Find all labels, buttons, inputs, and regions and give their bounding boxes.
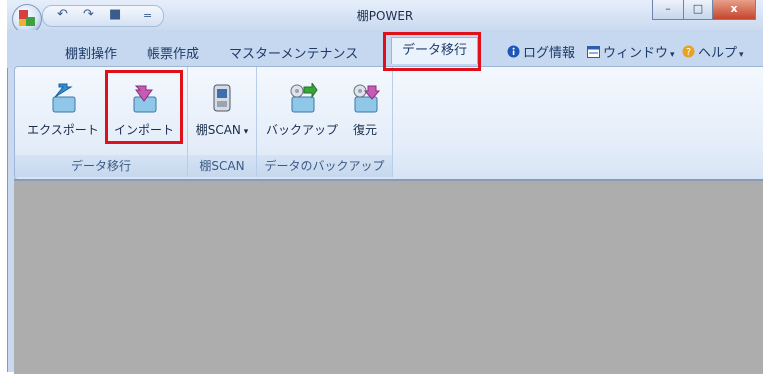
window-menu[interactable]: ウィンドウ ▾ [587, 42, 675, 62]
save-icon[interactable]: ■ [109, 7, 121, 22]
help-menu[interactable]: ? ヘルプ ▾ [682, 42, 744, 62]
export-button[interactable]: エクスポート [21, 71, 105, 151]
info-icon [507, 45, 520, 62]
highlight-box-import-button [105, 70, 183, 144]
group-data-backup: バックアップ 復元 データのバックアップ [257, 67, 393, 177]
restore-icon [353, 84, 381, 113]
customize-qat-icon[interactable]: = [143, 9, 152, 22]
tab-report[interactable]: 帳票作成 [147, 43, 199, 62]
chevron-down-icon: ▾ [240, 127, 249, 137]
help-icon: ? [682, 45, 695, 62]
chevron-down-icon: ▾ [739, 50, 744, 60]
app-window: 棚POWER ↶ ↷ ■ = – □ x 棚割操作 帳票作成 マスターメンテナン… [0, 0, 763, 374]
shelf-scan-label: 棚SCAN ▾ [195, 123, 249, 137]
backup-icon [290, 83, 318, 113]
backup-button[interactable]: バックアップ [261, 71, 343, 151]
restore-label: 復元 [352, 123, 377, 137]
group-shelf-scan: 棚SCAN ▾ 棚SCAN [188, 67, 257, 177]
shelf-scan-button[interactable]: 棚SCAN ▾ [192, 71, 252, 151]
close-button[interactable]: x [712, 0, 756, 20]
window-menu-label: ウィンドウ [603, 46, 669, 61]
svg-text:?: ? [686, 47, 691, 58]
help-menu-label: ヘルプ [698, 46, 738, 61]
undo-icon[interactable]: ↶ [57, 7, 68, 22]
export-icon [52, 83, 76, 113]
group-title-shelf-scan: 棚SCAN [188, 155, 256, 177]
group-title-data-backup: データのバックアップ [257, 155, 392, 177]
highlight-box-data-migration-tab [383, 32, 481, 71]
minimize-button[interactable]: – [652, 0, 684, 20]
tab-shelf-operation[interactable]: 棚割操作 [65, 43, 117, 62]
restore-button[interactable]: 復元 [343, 71, 387, 151]
backup-label: バックアップ [265, 123, 338, 137]
log-info-menu[interactable]: ログ情報 [507, 42, 575, 62]
group-title-data-migration: データ移行 [15, 155, 187, 177]
window-controls: – □ x [652, 0, 756, 20]
handheld-scanner-icon [213, 84, 231, 112]
quick-access-toolbar: ↶ ↷ ■ = [42, 5, 164, 27]
chevron-down-icon: ▾ [670, 50, 675, 60]
log-info-label: ログ情報 [523, 46, 576, 61]
tab-master-maintenance[interactable]: マスターメンテナンス [229, 43, 358, 62]
redo-icon[interactable]: ↷ [83, 7, 94, 22]
export-label: エクスポート [27, 123, 99, 137]
window-icon [587, 45, 600, 62]
workspace-area [14, 179, 763, 374]
maximize-button[interactable]: □ [683, 0, 713, 20]
